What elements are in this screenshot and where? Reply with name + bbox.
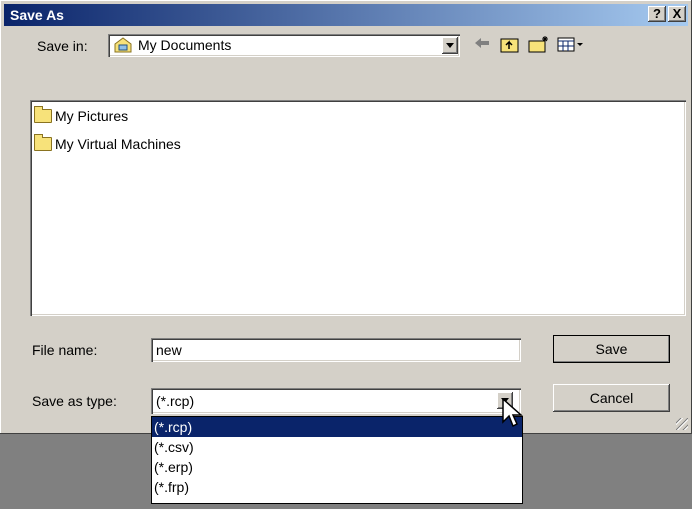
folder-icon	[34, 134, 52, 151]
save-as-type-dropdown-list[interactable]: (*.rcp) (*.csv) (*.erp) (*.frp)	[151, 416, 523, 504]
help-button[interactable]: ?	[648, 6, 666, 22]
file-list[interactable]: My Pictures My Virtual Machines	[30, 100, 686, 316]
save-as-type-label: Save as type:	[32, 393, 117, 409]
new-folder-icon[interactable]	[528, 35, 550, 58]
save-in-label: Save in:	[37, 38, 88, 54]
save-as-dialog: Save As ? X Save in: My Documents My Pic…	[0, 0, 692, 434]
window-title: Save As	[10, 7, 64, 23]
type-option-rcp[interactable]: (*.rcp)	[152, 417, 522, 437]
save-in-value: My Documents	[138, 37, 232, 53]
file-name-field[interactable]: new	[151, 338, 521, 362]
save-button[interactable]: Save	[553, 335, 670, 363]
back-arrow-icon[interactable]	[473, 35, 491, 56]
save-in-dropdown-button[interactable]	[442, 37, 458, 54]
close-button[interactable]: X	[668, 6, 686, 22]
type-option-frp[interactable]: (*.frp)	[152, 477, 522, 497]
save-as-type-value: (*.rcp)	[156, 393, 195, 409]
list-item-label: My Virtual Machines	[55, 136, 181, 152]
cancel-button[interactable]: Cancel	[553, 384, 670, 412]
title-bar[interactable]: Save As ? X	[4, 4, 688, 26]
list-item[interactable]: My Pictures	[34, 106, 129, 124]
list-item[interactable]: My Virtual Machines	[34, 134, 181, 152]
mouse-cursor-icon	[502, 397, 524, 433]
list-item-label: My Pictures	[55, 108, 129, 124]
save-in-combo[interactable]: My Documents	[108, 34, 460, 57]
up-folder-icon[interactable]	[500, 35, 520, 58]
views-menu-icon[interactable]	[557, 35, 585, 58]
type-option-csv[interactable]: (*.csv)	[152, 437, 522, 457]
file-name-label: File name:	[32, 342, 98, 358]
type-option-erp[interactable]: (*.erp)	[152, 457, 522, 477]
resize-grip[interactable]	[676, 418, 688, 430]
pictures-folder-icon	[34, 106, 52, 123]
my-documents-icon	[114, 37, 132, 53]
save-as-type-combo[interactable]: (*.rcp)	[151, 388, 521, 414]
file-name-value: new	[156, 342, 182, 358]
